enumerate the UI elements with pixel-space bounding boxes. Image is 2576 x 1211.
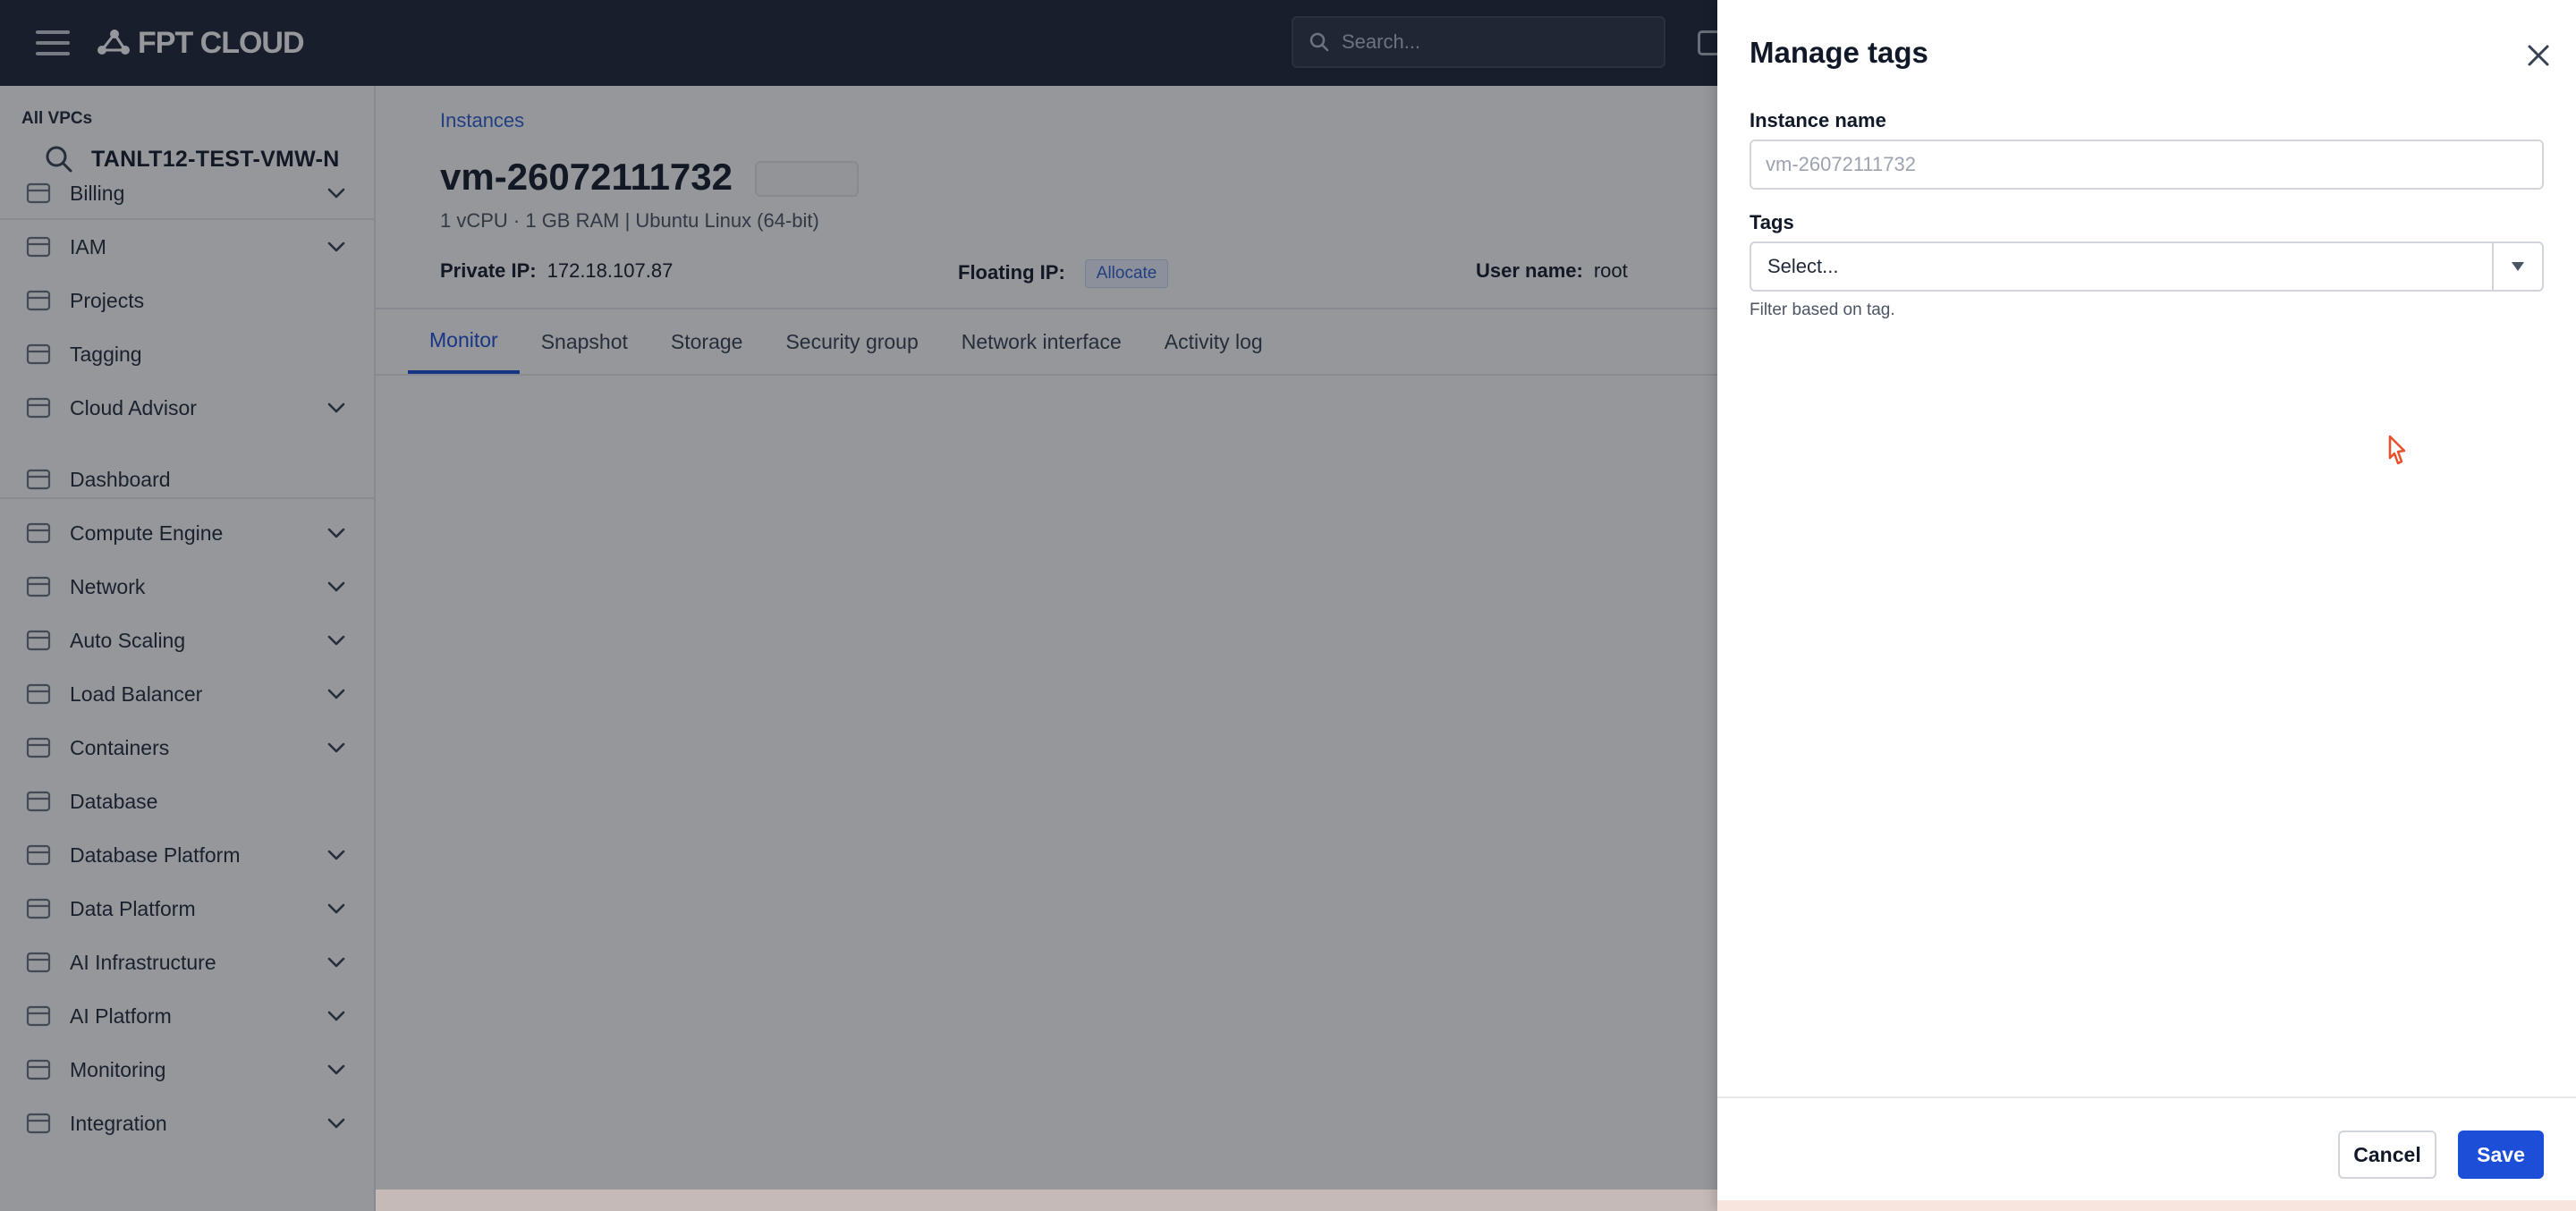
modal-backdrop[interactable] [0, 0, 1717, 1211]
drawer-footer-divider [1717, 1097, 2576, 1098]
manage-tags-drawer: Manage tags Instance name Tags Select...… [1717, 0, 2576, 1211]
dropdown-toggle[interactable] [2492, 243, 2542, 290]
backdrop-footer-tint [376, 1190, 1717, 1211]
tags-select-placeholder: Select... [1767, 255, 1839, 277]
mouse-cursor-icon [2388, 435, 2406, 465]
drawer-title: Manage tags [1750, 36, 1928, 69]
save-button[interactable]: Save [2458, 1131, 2544, 1179]
instance-name-label: Instance name [1750, 109, 1886, 131]
cancel-button[interactable]: Cancel [2338, 1131, 2436, 1179]
caret-down-icon [2512, 262, 2524, 271]
tags-label: Tags [1750, 211, 1794, 233]
tags-help-text: Filter based on tag. [1750, 301, 1895, 319]
close-icon [2528, 45, 2549, 66]
drawer-footer-tint [1717, 1200, 2576, 1211]
close-button[interactable] [2521, 38, 2556, 73]
instance-name-field[interactable] [1750, 140, 2544, 190]
tags-select[interactable]: Select... [1750, 241, 2544, 292]
